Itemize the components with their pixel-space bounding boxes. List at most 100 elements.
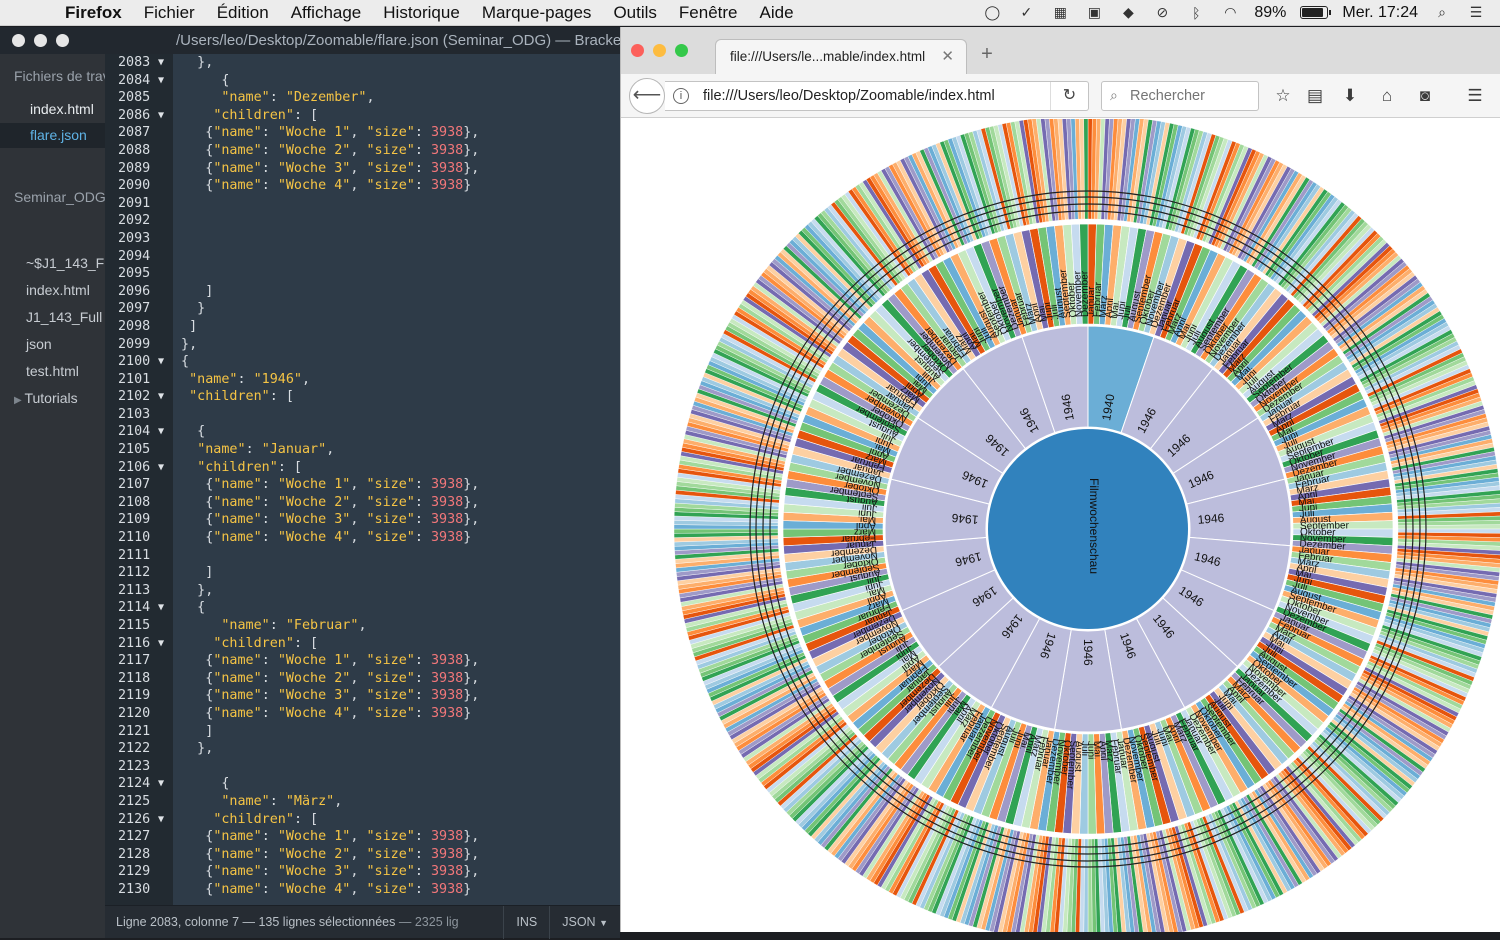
search-bar[interactable]: ⌕ xyxy=(1101,81,1259,111)
project-header[interactable]: Seminar_ODG xyxy=(14,189,105,205)
menu-historique[interactable]: Historique xyxy=(372,3,471,23)
editor-zoom-button[interactable] xyxy=(56,34,69,47)
url-bar[interactable]: i file:///Users/leo/Desktop/Zoomable/ind… xyxy=(665,81,1089,111)
insert-mode-toggle[interactable]: INS xyxy=(503,905,549,939)
year-label: 1946 xyxy=(1197,511,1225,527)
notification-center-icon[interactable]: ☰ xyxy=(1466,4,1486,22)
line-number: 2097 xyxy=(118,301,151,317)
line-number: 2085 xyxy=(118,90,151,106)
menu-aide[interactable]: Aide xyxy=(749,3,805,23)
wifi-icon[interactable]: ◠ xyxy=(1220,4,1240,22)
editor-titlebar: /Users/leo/Desktop/Zoomable/flare.json (… xyxy=(0,27,620,54)
line-number: 2124 ▼ xyxy=(118,775,165,793)
fold-arrow-icon[interactable]: ▼ xyxy=(158,775,164,793)
line-number: 2120 xyxy=(118,705,151,721)
code-line: "children": [ xyxy=(213,811,319,827)
project-item-json[interactable]: json xyxy=(0,332,105,357)
fold-arrow-icon[interactable]: ▼ xyxy=(158,107,164,125)
editor-window: /Users/leo/Desktop/Zoomable/flare.json (… xyxy=(0,27,620,939)
download-icon[interactable]: ⬇ xyxy=(1338,84,1362,108)
project-item-temp-file[interactable]: ~$J1_143_Full xyxy=(0,251,105,276)
browser-zoom-button[interactable] xyxy=(675,44,688,57)
reload-icon[interactable]: ↻ xyxy=(1050,82,1088,110)
line-number: 2125 xyxy=(118,793,151,809)
fold-arrow-icon[interactable]: ▼ xyxy=(158,388,164,406)
code-line: }, xyxy=(173,741,214,757)
browser-close-button[interactable] xyxy=(631,44,644,57)
battery-icon[interactable] xyxy=(1300,6,1332,19)
code-line: {"name": "Woche 1", "size": 3938}, xyxy=(173,125,480,141)
dropbox-icon[interactable]: ◆ xyxy=(1118,4,1138,22)
new-tab-button[interactable]: + xyxy=(977,43,997,66)
url-text[interactable]: file:///Users/leo/Desktop/Zoomable/index… xyxy=(703,88,995,104)
fold-arrow-icon[interactable]: ▼ xyxy=(158,72,164,90)
do-not-disturb-icon[interactable]: ⊘ xyxy=(1152,4,1172,22)
spotlight-search-icon[interactable]: ⌕ xyxy=(1432,4,1452,22)
fold-arrow-icon[interactable]: ▼ xyxy=(158,599,164,617)
line-number: 2106 ▼ xyxy=(118,459,165,477)
line-number: 2118 xyxy=(118,670,151,686)
project-folder-tutorials[interactable]: ▶ Tutorials xyxy=(0,386,105,411)
fold-arrow-icon[interactable]: ▼ xyxy=(158,811,164,829)
network-icon[interactable]: ▣ xyxy=(1084,4,1104,22)
line-number: 2105 xyxy=(118,442,151,458)
language-selector[interactable]: JSON ▼ xyxy=(549,905,620,939)
battery-percent[interactable]: 89% xyxy=(1254,4,1286,22)
back-button[interactable]: ⟵ xyxy=(629,78,665,114)
fold-arrow-icon[interactable]: ▼ xyxy=(158,459,164,477)
code-line: }, xyxy=(173,582,214,598)
code-line: { xyxy=(173,776,230,792)
menu-affichage[interactable]: Affichage xyxy=(280,3,373,23)
project-item-test-html[interactable]: test.html xyxy=(0,359,105,384)
menu-marque-pages[interactable]: Marque-pages xyxy=(471,3,603,23)
editor-close-button[interactable] xyxy=(12,34,25,47)
working-file-index-html[interactable]: index.html xyxy=(0,97,105,122)
reading-list-icon[interactable]: ▤ xyxy=(1303,84,1327,108)
bookmark-star-icon[interactable]: ☆ xyxy=(1271,84,1295,108)
code-line: { xyxy=(173,600,206,616)
home-icon[interactable]: ⌂ xyxy=(1375,84,1399,108)
code-line: {"name": "Woche 2", "size": 3938}, xyxy=(173,670,480,686)
line-number: 2121 xyxy=(118,723,151,739)
menu-app[interactable]: Firefox xyxy=(54,3,133,23)
browser-minimize-button[interactable] xyxy=(653,44,666,57)
menu-fichier[interactable]: Fichier xyxy=(133,3,206,23)
checkmark-circle-icon[interactable]: ✓ xyxy=(1016,4,1036,22)
menu-hamburger-icon[interactable]: ☰ xyxy=(1463,84,1487,108)
chat-bubble-icon[interactable]: ◯ xyxy=(982,4,1002,22)
menu-edition[interactable]: Édition xyxy=(206,3,280,23)
code-line: {"name": "Woche 3", "size": 3938}, xyxy=(173,864,480,880)
fold-arrow-icon[interactable]: ▼ xyxy=(158,54,164,72)
working-file-flare-json[interactable]: flare.json xyxy=(0,123,105,148)
project-item-j1-143-full[interactable]: J1_143_Full xyxy=(0,305,105,330)
tab-index-html[interactable]: file:///Users/le...mable/index.html ✕ xyxy=(715,39,967,74)
search-input[interactable] xyxy=(1130,86,1254,106)
line-count: — 2325 lig xyxy=(398,915,459,929)
project-item-index-html[interactable]: index.html xyxy=(0,278,105,303)
menu-outils[interactable]: Outils xyxy=(602,3,667,23)
line-number: 2099 xyxy=(118,336,151,352)
info-icon[interactable]: i xyxy=(673,88,689,104)
menu-fenetre[interactable]: Fenêtre xyxy=(668,3,749,23)
fold-arrow-icon[interactable]: ▼ xyxy=(158,635,164,653)
chevron-right-icon: ▶ xyxy=(14,395,25,406)
bluetooth-icon[interactable]: ᛒ xyxy=(1186,4,1206,22)
tab-close-icon[interactable]: ✕ xyxy=(941,40,954,74)
code-line: "children": [ xyxy=(213,635,319,651)
editor-minimize-button[interactable] xyxy=(34,34,47,47)
code-line: {"name": "Woche 2", "size": 3938}, xyxy=(173,494,480,510)
grid-icon[interactable]: ▦ xyxy=(1050,4,1070,22)
line-number: 2096 xyxy=(118,283,151,299)
fold-arrow-icon[interactable]: ▼ xyxy=(158,423,164,441)
code-line: } xyxy=(173,301,206,317)
sunburst-chart[interactable]: JanuarFebruarMärzAprilMaiJuniJuliAugustS… xyxy=(621,119,1500,932)
navigation-toolbar: ⟵ i file:///Users/leo/Desktop/Zoomable/i… xyxy=(621,74,1500,118)
clock[interactable]: Mer. 17:24 xyxy=(1342,4,1418,22)
fold-arrow-icon[interactable]: ▼ xyxy=(158,353,164,371)
pocket-icon[interactable]: ◙ xyxy=(1413,84,1437,108)
code-area[interactable]: }, { "name": "Dezember", "children": [ {… xyxy=(173,54,620,914)
